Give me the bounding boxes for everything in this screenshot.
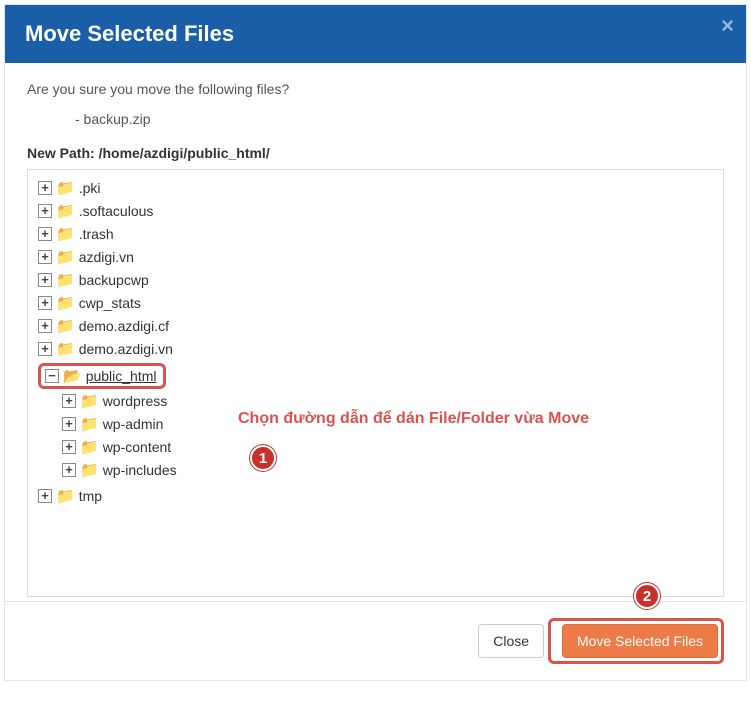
- file-list-item: - backup.zip: [75, 111, 724, 127]
- expand-icon[interactable]: +: [62, 417, 76, 431]
- tree-label: wp-admin: [103, 416, 164, 432]
- highlight-move-button: Move Selected Files: [548, 618, 724, 664]
- dialog-header: × Move Selected Files: [5, 5, 746, 63]
- expand-icon[interactable]: +: [38, 489, 52, 503]
- folder-icon: 📁: [56, 181, 75, 196]
- move-files-dialog: × Move Selected Files Are you sure you m…: [4, 4, 747, 681]
- folder-icon: 📁: [56, 319, 75, 334]
- tree-node-wordpress[interactable]: + 📁 wordpress: [62, 393, 167, 409]
- expand-icon[interactable]: +: [38, 227, 52, 241]
- tree-node-tmp[interactable]: + 📁 tmp: [38, 488, 102, 504]
- tree-node-wp-admin[interactable]: + 📁 wp-admin: [62, 416, 163, 432]
- dialog-title: Move Selected Files: [25, 21, 726, 47]
- folder-icon: 📁: [56, 296, 75, 311]
- tree-node-pki[interactable]: + 📁 .pki: [38, 180, 100, 196]
- collapse-icon[interactable]: −: [45, 369, 59, 383]
- folder-tree[interactable]: + 📁 .pki + 📁 .softaculous + 📁 .trash + 📁: [27, 169, 724, 597]
- tree-label: demo.azdigi.cf: [79, 318, 169, 334]
- tree-label: demo.azdigi.vn: [79, 341, 173, 357]
- tree-node-softaculous[interactable]: + 📁 .softaculous: [38, 203, 153, 219]
- tree-node-wp-includes[interactable]: + 📁 wp-includes: [62, 462, 177, 478]
- tree-root: + 📁 .pki + 📁 .softaculous + 📁 .trash + 📁: [38, 176, 721, 507]
- expand-icon[interactable]: +: [62, 440, 76, 454]
- folder-icon: 📁: [80, 440, 99, 455]
- tree-label: backupcwp: [79, 272, 149, 288]
- tree-label: .trash: [79, 226, 114, 242]
- dialog-body: Are you sure you move the following file…: [5, 63, 746, 601]
- tree-label: public_html: [86, 368, 157, 384]
- folder-open-icon: 📂: [63, 369, 82, 384]
- folder-icon: 📁: [80, 417, 99, 432]
- folder-icon: 📁: [56, 342, 75, 357]
- tree-label: tmp: [79, 488, 102, 504]
- folder-icon: 📁: [56, 250, 75, 265]
- folder-icon: 📁: [56, 489, 75, 504]
- tree-node-wp-content[interactable]: + 📁 wp-content: [62, 439, 171, 455]
- close-button[interactable]: Close: [478, 624, 544, 658]
- tree-node-azdigi-vn[interactable]: + 📁 azdigi.vn: [38, 249, 134, 265]
- move-selected-files-button[interactable]: Move Selected Files: [562, 624, 718, 658]
- tree-node-public-html[interactable]: − 📂 public_html: [45, 368, 157, 384]
- confirm-question: Are you sure you move the following file…: [27, 81, 724, 97]
- expand-icon[interactable]: +: [38, 342, 52, 356]
- dialog-footer: 2 Close Move Selected Files: [5, 601, 746, 680]
- expand-icon[interactable]: +: [38, 296, 52, 310]
- new-path-label: New Path: /home/azdigi/public_html/: [27, 145, 724, 161]
- highlight-selected-folder: − 📂 public_html: [38, 363, 166, 389]
- tree-label: wp-content: [103, 439, 171, 455]
- tree-label: azdigi.vn: [79, 249, 134, 265]
- tree-node-demo-azdigi-vn[interactable]: + 📁 demo.azdigi.vn: [38, 341, 173, 357]
- tree-node-cwp-stats[interactable]: + 📁 cwp_stats: [38, 295, 141, 311]
- tree-node-trash[interactable]: + 📁 .trash: [38, 226, 114, 242]
- expand-icon[interactable]: +: [38, 273, 52, 287]
- folder-icon: 📁: [80, 394, 99, 409]
- expand-icon[interactable]: +: [38, 181, 52, 195]
- tree-label: wp-includes: [103, 462, 177, 478]
- folder-icon: 📁: [80, 463, 99, 478]
- expand-icon[interactable]: +: [38, 204, 52, 218]
- tree-label: cwp_stats: [79, 295, 141, 311]
- tree-node-backupcwp[interactable]: + 📁 backupcwp: [38, 272, 149, 288]
- folder-icon: 📁: [56, 227, 75, 242]
- expand-icon[interactable]: +: [38, 319, 52, 333]
- folder-icon: 📁: [56, 204, 75, 219]
- expand-icon[interactable]: +: [38, 250, 52, 264]
- expand-icon[interactable]: +: [62, 463, 76, 477]
- tree-node-demo-azdigi-cf[interactable]: + 📁 demo.azdigi.cf: [38, 318, 169, 334]
- tree-label: wordpress: [103, 393, 168, 409]
- new-path-value: /home/azdigi/public_html/: [99, 145, 270, 161]
- folder-icon: 📁: [56, 273, 75, 288]
- expand-icon[interactable]: +: [62, 394, 76, 408]
- tree-label: .softaculous: [79, 203, 154, 219]
- tree-label: .pki: [79, 180, 101, 196]
- close-icon[interactable]: ×: [721, 13, 734, 39]
